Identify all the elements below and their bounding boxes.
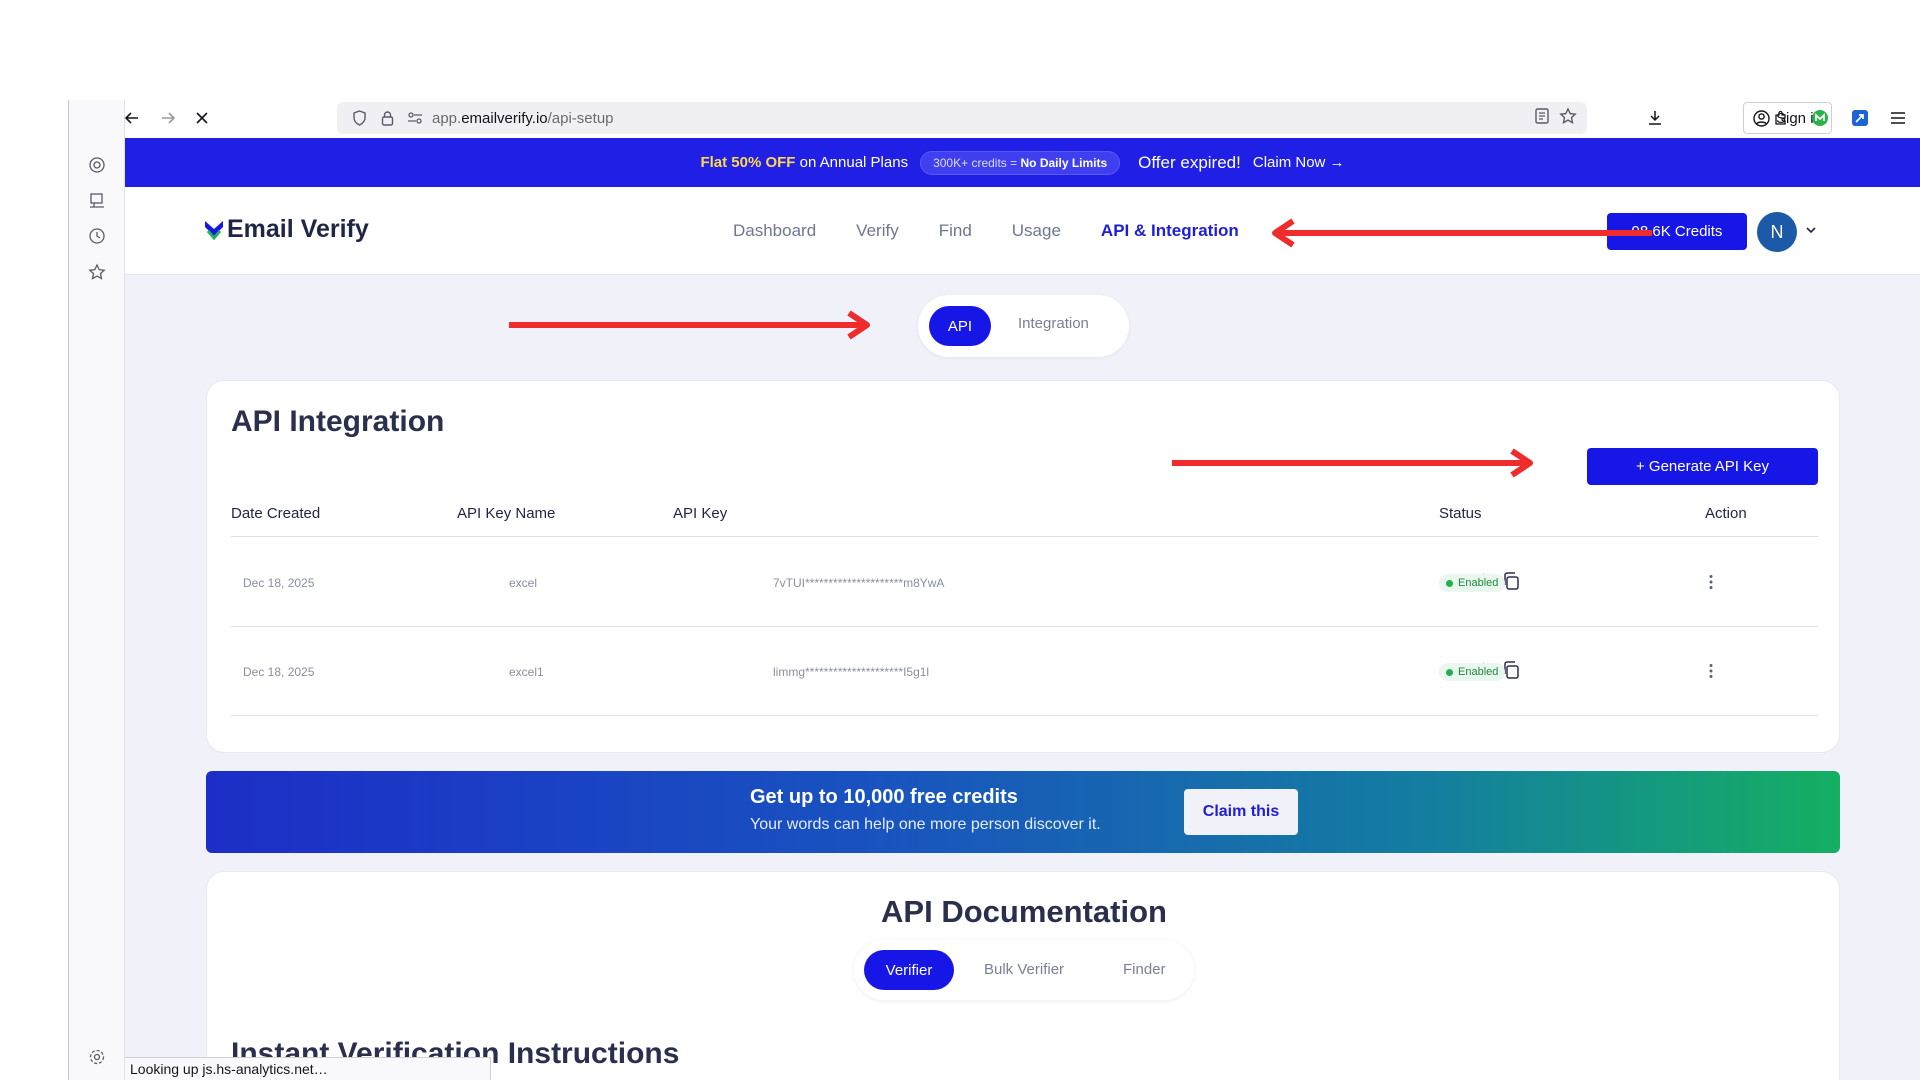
row-api-key: limmg*********************I5g1l [773,665,930,679]
bookmarks-star-icon[interactable] [82,257,112,287]
banner-subtext: Your words can help one more person disc… [750,816,1101,833]
blue-extension-icon[interactable] [1844,102,1876,134]
browser-toolbar: app.emailverify.io/api-setup Sign in [68,100,1920,138]
annotation-arrow-right-icon [1172,448,1533,478]
shield-icon[interactable] [348,107,370,129]
tab-api[interactable]: API [929,306,991,346]
main-nav: Dashboard Verify Find Usage API & Integr… [733,221,1239,241]
nav-verify[interactable]: Verify [856,221,899,241]
row-key-name: excel [509,576,538,590]
avatar[interactable]: N [1757,212,1797,252]
nav-api-integration[interactable]: API & Integration [1101,221,1239,241]
row-date: Dec 18, 2025 [243,665,315,679]
ai-chat-icon[interactable] [82,150,112,180]
row-actions-kebab-icon[interactable] [1708,663,1714,682]
row-date: Dec 18, 2025 [243,576,315,590]
tab-verifier[interactable]: Verifier [864,950,954,990]
stop-loading-icon[interactable] [186,102,218,134]
promo-pill-bold: No Daily Limits [1020,155,1108,170]
sidebar-settings-gear-icon[interactable] [82,1042,112,1072]
forward-arrow-icon[interactable] [152,102,184,134]
annotation-arrow-right-icon [509,310,870,340]
extensions-icon[interactable] [1765,102,1797,134]
tab-integration[interactable]: Integration [1018,315,1089,332]
api-documentation-card: API Documentation Verifier Bulk Verifier… [206,871,1840,1080]
synced-tabs-icon[interactable] [82,186,112,216]
free-credits-banner: Get up to 10,000 free credits Your words… [206,771,1840,853]
tab-finder[interactable]: Finder [1123,961,1166,978]
promo-pill: 300K+ credits = No Daily Limits [920,150,1121,175]
status-dot [1446,668,1453,676]
nav-find[interactable]: Find [939,221,972,241]
status-badge: Enabled [1439,574,1506,592]
promo-pill-text: 300K+ credits = [933,155,1018,170]
col-date-created: Date Created [231,505,321,522]
logo-text: Email Verify [227,215,369,243]
nav-usage[interactable]: Usage [1012,221,1061,241]
green-extension-icon[interactable] [1804,102,1836,134]
logo[interactable]: Email Verify [203,215,369,244]
url-host: emailverify.io [461,109,548,127]
doc-title: API Documentation [881,894,1167,929]
claim-this-button[interactable]: Claim this [1184,789,1298,835]
col-status: Status [1439,505,1482,522]
nav-dashboard[interactable]: Dashboard [733,221,816,241]
tab-bulk-verifier[interactable]: Bulk Verifier [984,961,1064,978]
promo-rest: on Annual Plans [799,154,909,171]
promo-banner: Flat 50% OFF on Annual Plans 300K+ credi… [125,138,1920,187]
row-key-name: excel1 [509,665,544,679]
page-viewport: Flat 50% OFF on Annual Plans 300K+ credi… [125,138,1920,1080]
lock-icon[interactable] [376,107,398,129]
banner-heading: Get up to 10,000 free credits [750,786,1018,808]
promo-claim-link[interactable]: Claim Now → [1253,154,1345,171]
url-bar[interactable]: app.emailverify.io/api-setup [337,102,1587,134]
downloads-icon[interactable] [1639,102,1671,134]
col-api-key-name: API Key Name [457,505,556,522]
row-api-key: 7vTUI*********************m8YwA [773,576,945,590]
url-prefix: app. [432,109,462,127]
annotation-arrow-left-icon [1272,218,1652,248]
api-integration-tabs: API Integration [918,295,1129,357]
history-clock-icon[interactable] [82,221,112,251]
permissions-icon[interactable] [404,107,426,129]
col-action: Action [1705,505,1747,522]
browser-status-bar: Looking up js.hs-analytics.net… [125,1057,491,1080]
table-header: Date Created API Key Name API Key Status… [231,505,1818,537]
chevron-down-icon[interactable] [1805,223,1817,241]
promo-expired: Offer expired! [1138,152,1241,172]
status-text: Enabled [1458,666,1499,678]
api-integration-card: API Integration + Generate API Key Date … [206,380,1840,753]
status-text: Enabled [1458,577,1499,589]
reader-view-icon[interactable] [1533,107,1551,129]
menu-hamburger-icon[interactable] [1882,102,1914,134]
table-row: Dec 18, 2025 excel 7vTUI****************… [231,538,1818,627]
promo-highlight: Flat 50% OFF [700,154,796,171]
url-text: app.emailverify.io/api-setup [432,110,614,127]
status-dot [1446,579,1453,587]
browser-sidebar [68,100,125,1080]
table-row: Dec 18, 2025 excel1 limmg***************… [231,627,1818,716]
generate-api-key-button[interactable]: + Generate API Key [1587,448,1818,485]
row-actions-kebab-icon[interactable] [1708,574,1714,593]
logo-mark-icon [205,220,223,240]
url-path: /api-setup [547,109,614,127]
bookmark-star-icon[interactable] [1559,107,1577,129]
col-api-key: API Key [673,505,728,522]
top-blank-area [0,0,1920,100]
card-title: API Integration [231,405,445,438]
status-badge: Enabled [1439,663,1506,681]
doc-tabs: Verifier Bulk Verifier Finder [854,940,1194,1000]
